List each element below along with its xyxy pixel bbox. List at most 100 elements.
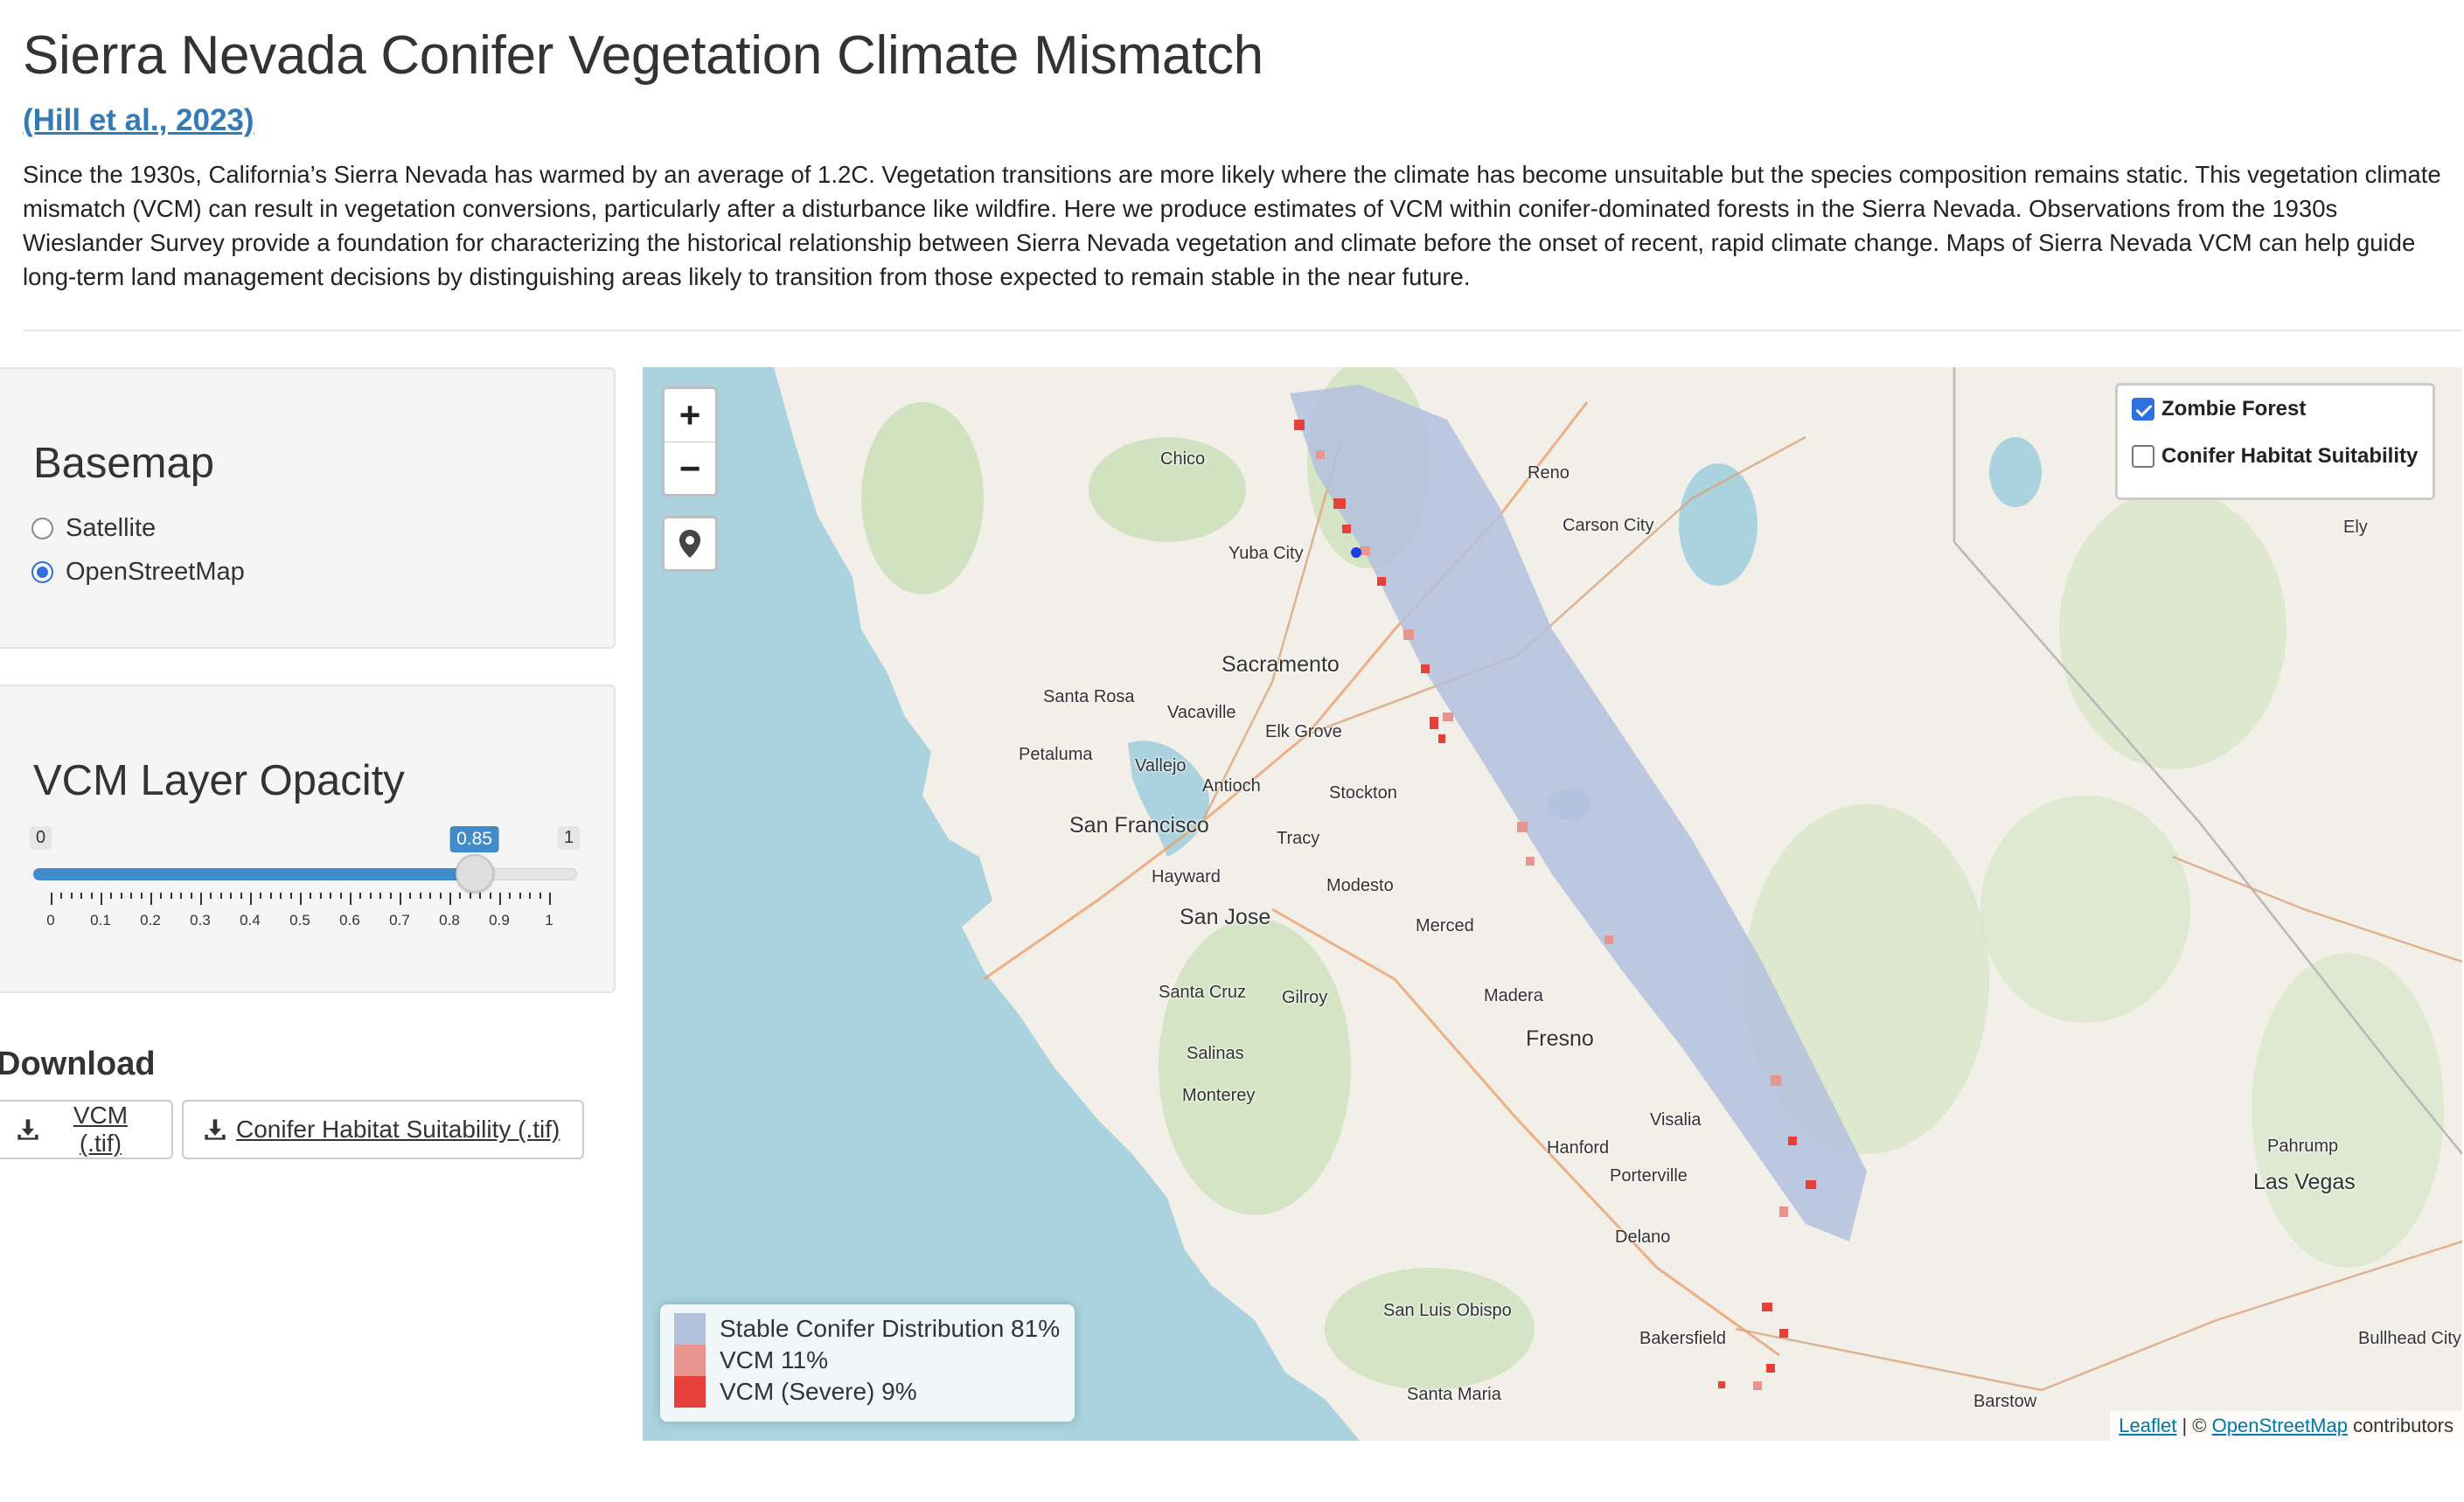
openstreetmap-radio[interactable] — [31, 561, 53, 583]
zombie-forest-checkbox[interactable] — [2132, 398, 2154, 421]
basemap-panel: Basemap Satellite OpenStreetMap — [0, 367, 616, 649]
basemap-heading: Basemap — [33, 440, 215, 487]
city-label: Fresno — [1526, 1026, 1594, 1051]
slider-tick — [219, 893, 222, 899]
city-label: Hanford — [1547, 1138, 1610, 1158]
download-vcm-label: VCM (.tif) — [73, 1102, 129, 1157]
city-label: Carson City — [1563, 516, 1654, 535]
slider-tick — [419, 893, 421, 899]
map-attribution: Leaflet | © OpenStreetMap contributors — [2110, 1411, 2462, 1441]
city-label: Reno — [1528, 463, 1570, 483]
slider-tick — [130, 893, 133, 899]
city-label: Barstow — [1973, 1392, 2037, 1411]
slider-handle[interactable] — [455, 854, 494, 893]
basemap-option-satellite[interactable]: Satellite — [31, 514, 156, 543]
slider-tick — [359, 893, 362, 899]
slider-tick — [51, 893, 52, 905]
city-label: Delano — [1615, 1227, 1671, 1247]
legend-label: Stable Conifer Distribution 81% — [720, 1315, 1061, 1342]
slider-tick — [310, 893, 312, 899]
city-label: Sacramento — [1222, 652, 1340, 677]
city-label: Elk Grove — [1265, 722, 1342, 741]
city-label: San Jose — [1180, 905, 1271, 929]
legend-label: VCM (Severe) 9% — [720, 1378, 917, 1405]
conifer-suitability-label: Conifer Habitat Suitability — [2161, 444, 2419, 468]
locate-button[interactable] — [662, 516, 718, 572]
slider-tick — [529, 893, 532, 899]
city-label: Hayward — [1152, 867, 1221, 887]
city-label: Gilroy — [1282, 988, 1328, 1007]
slider-tick — [120, 893, 122, 899]
download-suitability-label: Conifer Habitat Suitability (.tif) — [236, 1116, 560, 1143]
slider-tick — [60, 893, 63, 899]
slider-tick — [289, 893, 292, 899]
slider-tick — [489, 893, 491, 899]
slider-value-label: 0.85 — [449, 826, 499, 852]
divider — [23, 330, 2462, 331]
slider-tick — [180, 893, 183, 899]
slider-tick-label: 0.9 — [489, 912, 510, 928]
basemap-option-openstreetmap[interactable]: OpenStreetMap — [31, 558, 245, 587]
city-label: Salinas — [1187, 1044, 1244, 1063]
slider-tick-label: 1 — [545, 912, 553, 928]
slider-tick — [140, 893, 143, 899]
slider-tick — [260, 893, 262, 899]
layer-zombie-forest[interactable]: Zombie Forest — [2132, 386, 2419, 433]
openstreetmap-label: OpenStreetMap — [66, 558, 245, 586]
layer-control: Zombie Forest Conifer Habitat Suitabilit… — [2115, 383, 2435, 500]
city-label: Bakersfield — [1639, 1329, 1726, 1348]
city-label: Las Vegas — [2253, 1170, 2356, 1194]
slider-tick — [101, 893, 102, 905]
city-label: Santa Cruz — [1159, 983, 1247, 1002]
citation-link[interactable]: (Hill et al., 2023) — [23, 103, 254, 138]
slider-tick — [150, 893, 152, 905]
slider-tick — [339, 893, 342, 899]
slider-min-label: 0 — [30, 826, 52, 850]
slider-tick — [350, 893, 352, 905]
layer-conifer-suitability[interactable]: Conifer Habitat Suitability — [2132, 433, 2419, 480]
map-legend: Stable Conifer Distribution 81% VCM 11% … — [660, 1304, 1075, 1422]
download-vcm-button[interactable]: VCM (.tif) — [0, 1100, 173, 1159]
slider-tick — [519, 893, 521, 899]
city-label: Visalia — [1650, 1110, 1702, 1130]
city-label: Petaluma — [1019, 745, 1093, 764]
slider-tick-label: 0.2 — [140, 912, 161, 928]
slider-tick-label: 0.1 — [90, 912, 111, 928]
slider-tick — [190, 893, 192, 899]
slider-tick — [369, 893, 372, 899]
slider-tick-label: 0.3 — [190, 912, 211, 928]
basemap-tiles[interactable] — [643, 367, 2462, 1441]
slider-tick-label: 0.4 — [240, 912, 261, 928]
zoom-in-button[interactable]: + — [665, 389, 715, 442]
city-label: Santa Maria — [1407, 1385, 1501, 1404]
leaflet-link[interactable]: Leaflet — [2119, 1415, 2176, 1436]
conifer-suitability-checkbox[interactable] — [2132, 445, 2154, 468]
city-label: Monterey — [1182, 1086, 1256, 1105]
osm-link[interactable]: OpenStreetMap — [2212, 1415, 2348, 1436]
slider-tick-label: 0.8 — [439, 912, 460, 928]
zoom-out-button[interactable]: − — [665, 442, 715, 495]
slider-tick — [250, 893, 252, 905]
city-label: Stockton — [1329, 783, 1397, 803]
legend-item: Stable Conifer Distribution 81% — [674, 1313, 1061, 1345]
city-label: Merced — [1416, 916, 1474, 935]
attribution-tail: contributors — [2347, 1415, 2454, 1436]
satellite-radio[interactable] — [31, 518, 53, 539]
city-label: Chico — [1160, 449, 1206, 469]
slider-tick-label: 0.5 — [289, 912, 310, 928]
slider-tick — [549, 893, 551, 905]
slider-tick — [280, 893, 282, 899]
slider-tick — [499, 893, 501, 905]
map-view[interactable]: Chico Reno Carson City Ely Yuba City Sacramen… — [643, 367, 2462, 1441]
slider-tick — [90, 893, 93, 899]
slider-tick — [80, 893, 83, 899]
slider-tick — [319, 893, 322, 899]
slider-tick — [409, 893, 412, 899]
slider-tick — [110, 893, 113, 899]
opacity-slider[interactable]: 0 1 0.85 0 0.1 0.2 0.3 0.4 0.5 0.6 0.7 0.8 0.9 1 — [30, 826, 584, 940]
download-suitability-button[interactable]: Conifer Habitat Suitability (.tif) — [182, 1100, 584, 1159]
slider-tick — [469, 893, 471, 899]
slider-tick — [200, 893, 202, 905]
city-label: Vacaville — [1167, 703, 1236, 722]
satellite-label: Satellite — [66, 514, 157, 542]
